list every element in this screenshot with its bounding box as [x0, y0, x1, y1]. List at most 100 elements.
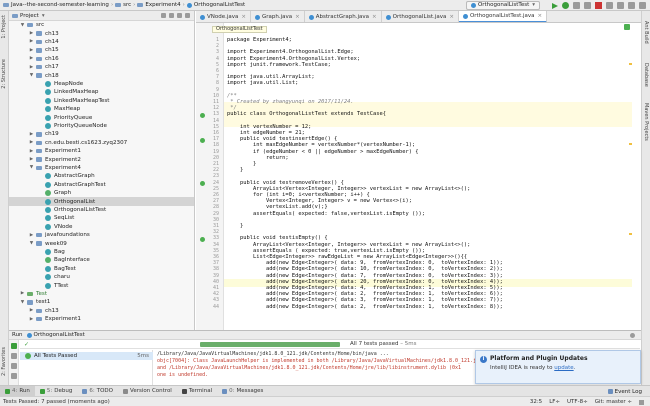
tree-item[interactable]: ▶ javafoundations [9, 231, 194, 239]
chevron-right-icon[interactable]: ▶ [29, 140, 34, 145]
tab-favorites-toolwindow[interactable]: 2: Favorites [1, 347, 7, 376]
tree-item[interactable]: ▶ cn.edu.besti.cs1623.zyq2307 [9, 139, 194, 147]
file-encoding[interactable]: UTF-8÷ [567, 399, 588, 405]
tree-item[interactable]: ▼ week09 [9, 239, 194, 247]
tree-item[interactable]: ▶ ch14 [9, 38, 194, 46]
tree-item[interactable]: ▶ ch15 [9, 46, 194, 54]
toolwindow-messages[interactable]: 0: Messages [217, 386, 268, 397]
run-icon[interactable] [552, 2, 558, 9]
chevron-right-icon[interactable]: ▶ [29, 132, 34, 137]
code-editor[interactable]: 1 2 3 4 5 6 7 8 9 10 11 12 13 14 15 16 17 18 19 20 21 22 23 24 2… [196, 23, 632, 330]
tree-item[interactable]: ▶ Experiment1 [9, 147, 194, 155]
code-line[interactable]: } [227, 167, 243, 173]
stop-icon[interactable] [595, 2, 602, 9]
chevron-down-icon[interactable]: ▼ [29, 73, 34, 78]
export-icon[interactable] [11, 373, 17, 379]
tree-item[interactable]: ▶ ch17 [9, 63, 194, 71]
tree-item[interactable]: ▶ Experiment1 [9, 315, 194, 323]
chevron-down-icon[interactable]: ▼ [20, 300, 25, 305]
tree-item[interactable]: Bag [9, 248, 194, 256]
close-icon[interactable]: × [241, 14, 246, 20]
tab-database[interactable]: Database [643, 63, 649, 87]
close-icon[interactable]: × [372, 14, 377, 20]
tree-item[interactable]: TTest [9, 281, 194, 289]
chevron-down-icon[interactable]: ▼ [29, 241, 34, 246]
vcs-update-icon[interactable] [606, 2, 613, 9]
chevron-down-icon[interactable]: ▼ [20, 23, 25, 28]
tree-item[interactable]: SeqList [9, 214, 194, 222]
code-line[interactable]: package Experiment4; [227, 37, 292, 43]
toolwindow-todo[interactable]: 6: TODO [77, 386, 118, 397]
code-area[interactable]: package Experiment4; import Experiment4.O… [227, 23, 627, 330]
editor-breadcrumb[interactable]: OrthogonalListTest [212, 26, 267, 33]
chevron-down-icon[interactable]: ▼ [29, 165, 34, 170]
editor-tab[interactable]: OrthogonalList.java × [382, 11, 459, 22]
collapse-icon[interactable] [169, 13, 174, 18]
close-icon[interactable]: × [295, 14, 300, 20]
tab-project-toolwindow[interactable]: 1: Project [1, 15, 7, 39]
tree-item[interactable]: MaxHeap [9, 105, 194, 113]
tree-item[interactable]: charu [9, 273, 194, 281]
chevron-right-icon[interactable]: ▶ [29, 157, 34, 162]
tab-ant-build[interactable]: Ant Build [643, 21, 649, 44]
target-icon[interactable] [161, 13, 166, 18]
nav-crumb-project[interactable]: Java--the-second-semester-learning › [3, 2, 113, 8]
toolwindow-run[interactable]: 4: Run [0, 385, 35, 397]
toolwindow-terminal[interactable]: Terminal [177, 386, 217, 397]
stop-icon[interactable] [11, 353, 17, 359]
sort-icon[interactable] [11, 363, 17, 369]
chevron-right-icon[interactable]: ▶ [29, 233, 34, 238]
tab-structure-toolwindow[interactable]: 2: Structure [1, 59, 7, 89]
chevron-right-icon[interactable]: ▶ [29, 317, 34, 322]
nav-crumb-src[interactable]: src › [115, 2, 135, 8]
profile-icon[interactable] [584, 2, 591, 9]
tree-item[interactable]: ▶ ch19 [9, 130, 194, 138]
close-icon[interactable]: × [449, 14, 454, 20]
git-branch[interactable]: Git: master ÷ [595, 399, 632, 405]
rerun-icon[interactable] [11, 343, 17, 349]
tree-item[interactable]: BagInterface [9, 256, 194, 264]
tree-item[interactable]: ▼ Experiment4 [9, 164, 194, 172]
tree-item[interactable]: OrthogonalList [9, 197, 194, 206]
code-line[interactable]: public class OrthogonalListTest extends … [227, 111, 386, 117]
tree-item[interactable]: VNode [9, 223, 194, 231]
gear-icon[interactable] [630, 333, 635, 338]
line-separator[interactable]: LF÷ [549, 399, 560, 405]
tree-item[interactable]: ▶ Experiment2 [9, 155, 194, 163]
tree-item[interactable]: BagTest [9, 265, 194, 273]
chevron-right-icon[interactable]: ▶ [29, 39, 34, 44]
editor-tab[interactable]: Graph.java × [251, 11, 305, 22]
code-line[interactable]: assertEquals( expected: false,vertexList… [227, 211, 425, 217]
tree-item[interactable]: PriorityQueue [9, 113, 194, 121]
tree-item[interactable]: ▶ Test [9, 290, 194, 298]
code-line[interactable]: import java.util.List; [227, 80, 298, 86]
chevron-right-icon[interactable]: ▶ [29, 31, 34, 36]
editor-tab[interactable]: OrthogonalListTest.java × [458, 11, 548, 22]
lock-icon[interactable] [639, 399, 644, 405]
chevron-down-icon[interactable]: ▾ [42, 13, 45, 19]
chevron-right-icon[interactable]: ▶ [29, 149, 34, 154]
chevron-right-icon[interactable]: ▶ [29, 48, 34, 53]
editor-tab[interactable]: AbstractGraph.java × [305, 11, 382, 22]
editor-tab[interactable]: VNode.java × [196, 11, 251, 22]
chevron-right-icon[interactable]: ▶ [20, 291, 25, 296]
tree-item[interactable]: ▶ ch16 [9, 55, 194, 63]
tree-item[interactable]: ▼ src [9, 21, 194, 29]
inspection-ok-icon[interactable] [624, 24, 630, 30]
tree-item[interactable]: HeapNode [9, 80, 194, 88]
tree-item[interactable]: AbstractGraphTest [9, 181, 194, 189]
chevron-right-icon[interactable]: ▶ [29, 56, 34, 61]
test-result-item[interactable]: All Tests Passed 5ms [20, 352, 153, 360]
update-link[interactable]: update [554, 365, 573, 371]
chevron-right-icon[interactable]: ▶ [29, 65, 34, 70]
toolwindow-debug[interactable]: 5: Debug [35, 386, 77, 397]
gear-icon[interactable] [177, 13, 182, 18]
vcs-commit-icon[interactable] [617, 2, 624, 9]
update-notification[interactable]: i Platform and Plugin Updates IntelliJ I… [475, 350, 641, 384]
search-icon[interactable] [639, 2, 646, 9]
tab-maven-projects[interactable]: Maven Projects [643, 103, 649, 141]
code-line[interactable]: * Created by zhangyunqi on 2017/11/24. [227, 99, 353, 105]
history-icon[interactable] [628, 2, 635, 9]
tree-item[interactable]: PriorityQueueNode [9, 122, 194, 130]
caret-position[interactable]: 32:5 [530, 399, 542, 405]
